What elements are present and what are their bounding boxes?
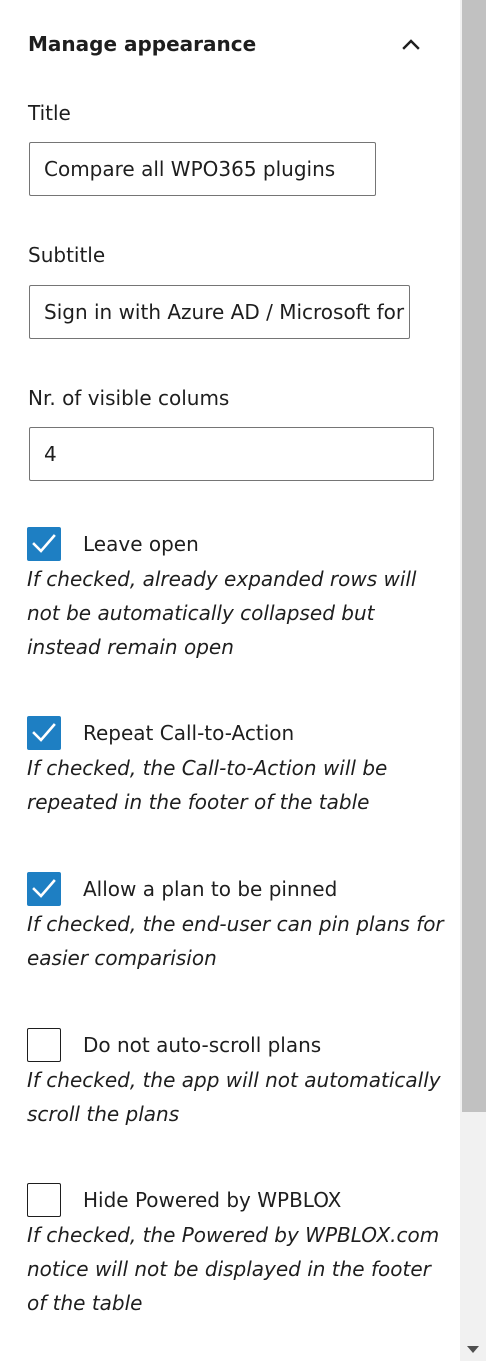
repeat-cta-label[interactable]: Repeat Call-to-Action — [83, 721, 294, 745]
no-autoscroll-help: If checked, the app will not automatical… — [27, 1068, 441, 1126]
subtitle-label: Subtitle — [28, 243, 106, 267]
checkmark-icon — [32, 879, 56, 898]
settings-panel: Manage appearance Title Compare all WPO3… — [0, 0, 460, 1361]
visible-columns-input[interactable]: 4 — [29, 427, 434, 481]
repeat-cta-help: If checked, the Call-to-Action will be r… — [27, 756, 388, 814]
scroll-down-arrow-icon[interactable] — [467, 1346, 479, 1353]
panel-header[interactable]: Manage appearance — [28, 30, 432, 64]
panel-title: Manage appearance — [28, 32, 257, 56]
no-autoscroll-label[interactable]: Do not auto-scroll plans — [83, 1033, 321, 1057]
allow-pin-checkbox[interactable] — [27, 872, 61, 906]
title-label: Title — [28, 101, 71, 125]
checkmark-icon — [32, 723, 56, 742]
scrollbar-thumb[interactable] — [462, 0, 486, 1112]
visible-columns-label: Nr. of visible colums — [28, 386, 230, 410]
title-input[interactable]: Compare all WPO365 plugins — [29, 142, 376, 196]
allow-pin-help: If checked, the end-user can pin plans f… — [27, 912, 444, 970]
allow-pin-label[interactable]: Allow a plan to be pinned — [83, 877, 337, 901]
checkmark-icon — [32, 534, 56, 553]
leave-open-help: If checked, already expanded rows will n… — [27, 567, 417, 659]
subtitle-input[interactable]: Sign in with Azure AD / Microsoft for Wo… — [29, 285, 410, 339]
no-autoscroll-checkbox[interactable] — [27, 1028, 61, 1062]
chevron-up-icon[interactable] — [400, 34, 422, 56]
hide-powered-by-checkbox[interactable] — [27, 1183, 61, 1217]
hide-powered-by-help: If checked, the Powered by WPBLOX.com no… — [27, 1223, 440, 1315]
leave-open-label[interactable]: Leave open — [83, 532, 199, 556]
repeat-cta-checkbox[interactable] — [27, 716, 61, 750]
hide-powered-by-label[interactable]: Hide Powered by WPBLOX — [83, 1188, 341, 1212]
vertical-scrollbar[interactable] — [460, 0, 486, 1361]
leave-open-checkbox[interactable] — [27, 527, 61, 561]
